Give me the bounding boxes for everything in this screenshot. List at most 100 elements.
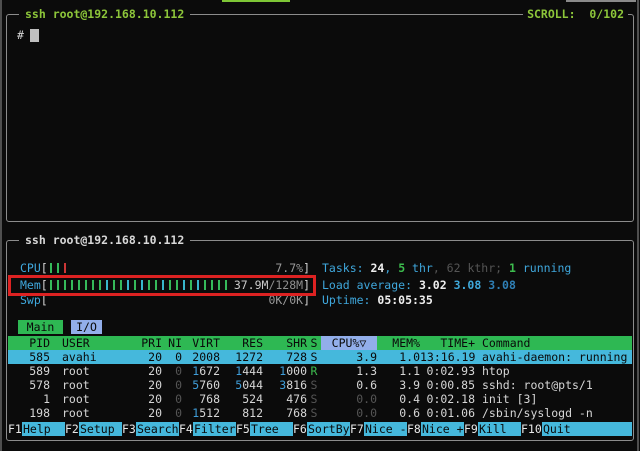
header-state[interactable]: S bbox=[307, 336, 321, 350]
f5-key[interactable]: F5 bbox=[236, 422, 250, 436]
process-row-syslogd[interactable]: 198root2001512812768S0.00.60:01.06/sbin/… bbox=[8, 406, 632, 420]
cell-command: sshd: root@pts/1 bbox=[475, 378, 593, 392]
header-user[interactable]: USER bbox=[50, 336, 130, 350]
f7-key[interactable]: F7 bbox=[350, 422, 364, 436]
cell-mem: 3.9 bbox=[377, 378, 420, 392]
cell-virt: 1672 bbox=[182, 364, 220, 378]
uptime-value: 05:05:35 bbox=[377, 293, 432, 307]
top-gray-line bbox=[566, 0, 636, 2]
shell-prompt[interactable]: # bbox=[17, 28, 39, 42]
cell-cpu: 3.9 bbox=[321, 350, 377, 364]
header-command[interactable]: Command bbox=[475, 336, 530, 350]
cell-state: S bbox=[307, 378, 321, 392]
f10-key[interactable]: F10 bbox=[521, 422, 542, 436]
running-count: 1 bbox=[509, 261, 516, 275]
running-label: running bbox=[516, 261, 571, 275]
header-mem[interactable]: MEM% bbox=[377, 336, 420, 350]
f1-help-button[interactable]: Help bbox=[22, 422, 65, 436]
f2-key[interactable]: F2 bbox=[65, 422, 79, 436]
f8-key[interactable]: F8 bbox=[407, 422, 421, 436]
cell-user: root bbox=[50, 392, 130, 406]
cpu-meter: CPU[7.7%] bbox=[20, 261, 310, 275]
process-row-init[interactable]: 1root200768524476S0.00.40:02.18init [3] bbox=[8, 392, 632, 406]
header-ni[interactable]: NI bbox=[162, 336, 182, 350]
kthread-segment: , 62 kthr; bbox=[433, 261, 509, 275]
cell-res: 5044 bbox=[220, 378, 263, 392]
cell-command: htop bbox=[475, 364, 510, 378]
f8-nice-plus-button[interactable]: Nice + bbox=[421, 422, 464, 436]
header-shr[interactable]: SHR bbox=[263, 336, 307, 350]
cell-pri: 20 bbox=[130, 378, 162, 392]
text-cursor bbox=[30, 29, 39, 42]
process-row-sshd[interactable]: 578root200576050443816S0.63.90:00.85sshd… bbox=[8, 378, 632, 392]
f10-quit-button[interactable]: Quit bbox=[542, 422, 632, 436]
scroll-indicator: SCROLL: 0/102 bbox=[523, 7, 628, 21]
top-pane[interactable]: ssh root@192.168.10.112 SCROLL: 0/102 # bbox=[6, 14, 634, 222]
cell-res: 524 bbox=[220, 392, 263, 406]
process-row-avahi[interactable]: 585avahi20020081272728S3.91.013:16.19ava… bbox=[8, 350, 632, 364]
cell-res: 1444 bbox=[220, 364, 263, 378]
load-1min: 3.02 bbox=[419, 278, 454, 292]
header-cpu-label: CPU% bbox=[332, 336, 360, 350]
f6-sortby-button[interactable]: SortBy bbox=[307, 422, 350, 436]
header-pid[interactable]: PID bbox=[8, 336, 50, 350]
header-cpu-sort[interactable]: CPU%▽ bbox=[321, 336, 377, 350]
cell-mem: 0.4 bbox=[377, 392, 420, 406]
header-virt[interactable]: VIRT bbox=[182, 336, 220, 350]
cell-user: root bbox=[50, 364, 130, 378]
f7-nice-minus-button[interactable]: Nice - bbox=[364, 422, 407, 436]
cell-command: /sbin/syslogd -n bbox=[475, 406, 593, 420]
cell-shr: 3816 bbox=[263, 378, 307, 392]
tasks-label: Tasks: bbox=[322, 261, 370, 275]
f3-key[interactable]: F3 bbox=[122, 422, 136, 436]
header-time[interactable]: TIME+ bbox=[420, 336, 475, 350]
thread-label: thr bbox=[405, 261, 433, 275]
cell-ni: 0 bbox=[162, 364, 182, 378]
cell-pid: 589 bbox=[8, 364, 50, 378]
bottom-pane-title: ssh root@192.168.10.112 bbox=[19, 233, 190, 247]
terminal-screen: ssh root@192.168.10.112 SCROLL: 0/102 # … bbox=[0, 0, 640, 451]
cell-virt: 2008 bbox=[182, 350, 220, 364]
cell-state: S bbox=[307, 406, 321, 420]
load-15min: 3.08 bbox=[488, 278, 516, 292]
header-res[interactable]: RES bbox=[220, 336, 263, 350]
cell-shr: 476 bbox=[263, 392, 307, 406]
top-green-line bbox=[222, 0, 290, 2]
f9-kill-button[interactable]: Kill bbox=[478, 422, 521, 436]
cell-user: root bbox=[50, 406, 130, 420]
load-5min: 3.08 bbox=[454, 278, 489, 292]
cell-cpu: 0.0 bbox=[321, 392, 377, 406]
f9-key[interactable]: F9 bbox=[464, 422, 478, 436]
cpu-meter-open-bracket: [ bbox=[41, 261, 48, 275]
cell-command: avahi-daemon: running bbox=[475, 350, 627, 364]
tab-io[interactable]: I/O bbox=[71, 320, 102, 334]
cell-ni: 0 bbox=[162, 378, 182, 392]
window-edge-left bbox=[0, 0, 2, 451]
cpu-meter-close-bracket: ] bbox=[303, 261, 310, 275]
cpu-meter-label: CPU bbox=[20, 261, 41, 275]
cell-shr: 768 bbox=[263, 406, 307, 420]
cell-time: 0:00.85 bbox=[420, 378, 475, 392]
header-pri[interactable]: PRI bbox=[130, 336, 162, 350]
f5-tree-button[interactable]: Tree bbox=[250, 422, 293, 436]
f2-setup-button[interactable]: Setup bbox=[79, 422, 122, 436]
cell-virt: 5760 bbox=[182, 378, 220, 392]
cell-virt: 768 bbox=[182, 392, 220, 406]
tab-main[interactable]: Main bbox=[18, 320, 63, 334]
prompt-symbol: # bbox=[17, 28, 24, 42]
f6-key[interactable]: F6 bbox=[293, 422, 307, 436]
cell-pid: 578 bbox=[8, 378, 50, 392]
f1-key[interactable]: F1 bbox=[8, 422, 22, 436]
f4-key[interactable]: F4 bbox=[179, 422, 193, 436]
process-table-header: PIDUSERPRINIVIRTRESSHRSCPU%▽MEM%TIME+Com… bbox=[8, 336, 632, 350]
function-key-bar: F1HelpF2SetupF3SearchF4FilterF5TreeF6Sor… bbox=[8, 422, 632, 436]
process-row-htop[interactable]: 589root200167214441000R1.31.10:02.93htop bbox=[8, 364, 632, 378]
cell-time: 0:02.18 bbox=[420, 392, 475, 406]
cell-pid: 1 bbox=[8, 392, 50, 406]
cell-pri: 20 bbox=[130, 392, 162, 406]
htop-tabs: Main I/O bbox=[18, 320, 102, 334]
window-edge-right bbox=[637, 0, 639, 451]
cell-pid: 198 bbox=[8, 406, 50, 420]
f3-search-button[interactable]: Search bbox=[136, 422, 179, 436]
f4-filter-button[interactable]: Filter bbox=[193, 422, 236, 436]
